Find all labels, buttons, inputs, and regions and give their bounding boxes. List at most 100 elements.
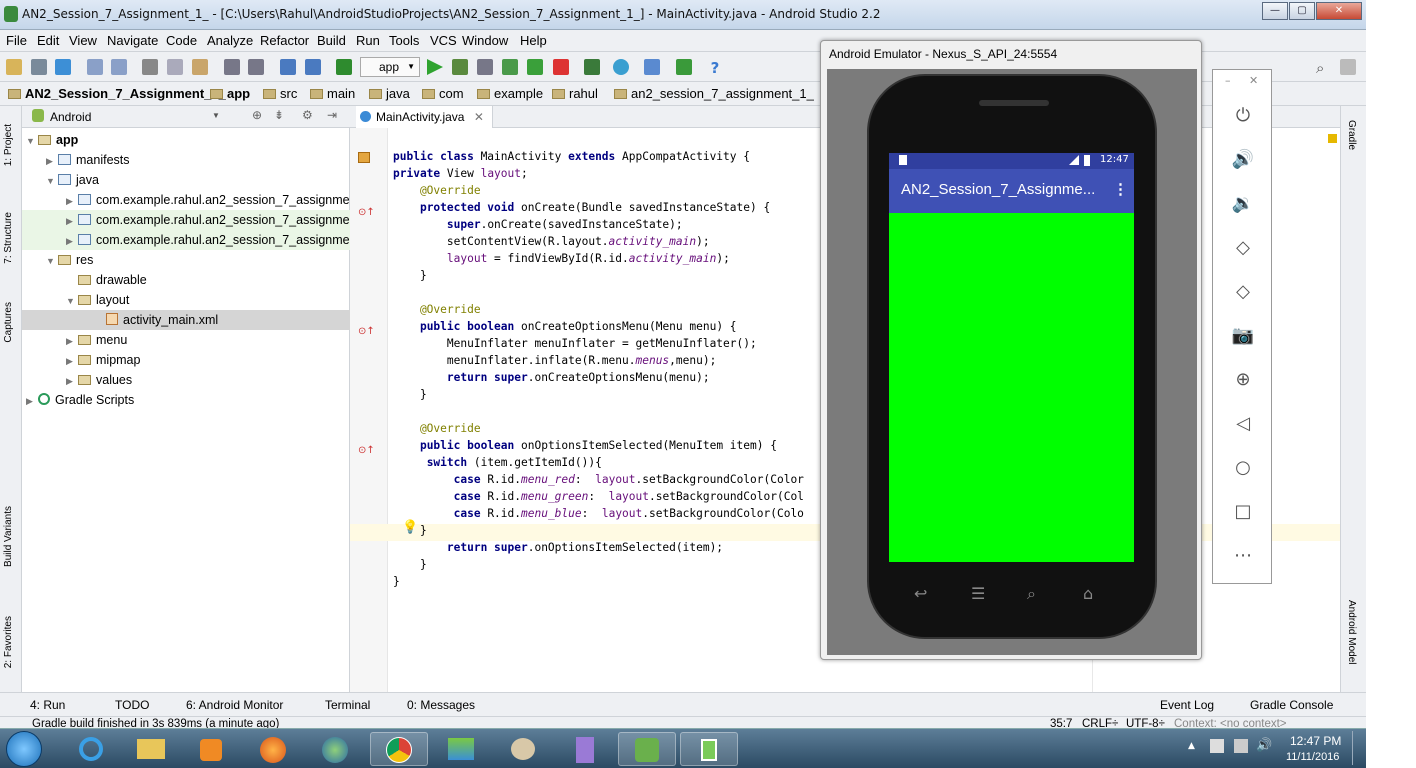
tab-android-model[interactable]: Android Model: [1346, 600, 1357, 664]
undo-icon[interactable]: [87, 59, 103, 75]
menu-view[interactable]: View: [69, 33, 97, 48]
rotate-left-icon[interactable]: ◇: [1231, 236, 1255, 260]
tree-item-package-androidtest[interactable]: ▶ com.example.rahul.an2_session_7_assignm…: [22, 210, 367, 231]
menu-key-icon[interactable]: ☰: [971, 584, 985, 603]
chevron-down-icon[interactable]: ▼: [212, 111, 220, 120]
sdk-manager-icon[interactable]: [613, 59, 629, 75]
tree-item-manifests[interactable]: ▶ manifests: [46, 150, 130, 170]
menu-build[interactable]: Build: [317, 33, 346, 48]
globe-icon[interactable]: [306, 732, 364, 766]
expand-arrow-icon[interactable]: ▶: [66, 371, 78, 391]
sync-icon[interactable]: [55, 59, 71, 75]
zoom-icon[interactable]: ⊕: [1231, 368, 1255, 392]
clock-time[interactable]: 12:47 PM: [1290, 734, 1341, 748]
tab-event-log[interactable]: Event Log: [1160, 698, 1214, 712]
run-config-select[interactable]: app ▼: [360, 57, 420, 77]
debug-icon[interactable]: [452, 59, 468, 75]
tree-item-res[interactable]: ▼ res: [46, 250, 93, 270]
tab-android-monitor[interactable]: 6: Android Monitor: [186, 698, 283, 712]
expand-arrow-icon[interactable]: ▶: [66, 331, 78, 351]
tab-mainactivity-java[interactable]: MainActivity.java ✕: [356, 106, 493, 128]
make-project-icon[interactable]: [336, 59, 352, 75]
breadcrumb-com[interactable]: com: [422, 86, 464, 101]
coverage-icon[interactable]: [477, 59, 493, 75]
expand-arrow-icon[interactable]: ▶: [66, 351, 78, 371]
tab-favorites[interactable]: 2: Favorites: [3, 616, 14, 668]
tab-todo[interactable]: TODO: [115, 698, 149, 712]
close-button[interactable]: ✕: [1316, 2, 1362, 20]
tree-item-java[interactable]: ▼ java: [46, 170, 99, 190]
bluestacks-icon[interactable]: [432, 732, 490, 766]
volume-down-icon[interactable]: 🔉: [1231, 192, 1255, 216]
volume-up-icon[interactable]: 🔊: [1231, 148, 1255, 172]
expand-arrow-icon[interactable]: ▼: [46, 251, 58, 271]
avd-manager-icon[interactable]: [584, 59, 600, 75]
show-desktop-button[interactable]: [1352, 731, 1364, 765]
tab-captures[interactable]: Captures: [3, 302, 14, 343]
volume-icon[interactable]: 🔊: [1256, 738, 1272, 753]
gear-icon[interactable]: ⚙: [302, 108, 313, 122]
overview-icon[interactable]: □: [1231, 500, 1255, 524]
expand-arrow-icon[interactable]: ▶: [66, 191, 78, 211]
menu-analyze[interactable]: Analyze: [207, 33, 253, 48]
android-device-monitor-icon[interactable]: [676, 59, 692, 75]
breadcrumb-package[interactable]: an2_session_7_assignment_1_: [614, 86, 814, 101]
paint-icon[interactable]: [494, 732, 552, 766]
expand-arrow-icon[interactable]: ▶: [66, 211, 78, 231]
minimize-button[interactable]: —: [1262, 2, 1288, 20]
tree-item-package-test[interactable]: ▶ com.example.rahul.an2_session_7_assignm…: [22, 230, 367, 251]
expand-arrow-icon[interactable]: ▼: [46, 171, 58, 191]
expand-arrow-icon[interactable]: ▶: [26, 391, 38, 411]
action-center-icon[interactable]: [1210, 739, 1224, 753]
breadcrumb-main[interactable]: main: [310, 86, 355, 101]
open-folder-icon[interactable]: [6, 59, 22, 75]
breadcrumb-app[interactable]: app: [210, 86, 250, 101]
tab-gradle[interactable]: Gradle: [1346, 120, 1357, 150]
menu-code[interactable]: Code: [166, 33, 197, 48]
ie-icon[interactable]: [62, 732, 120, 766]
start-button[interactable]: [6, 731, 42, 767]
help-icon[interactable]: ?: [707, 59, 723, 77]
code-text[interactable]: public class MainActivity extends AppCom…: [393, 148, 804, 590]
rotate-right-icon[interactable]: ◇: [1231, 280, 1255, 304]
expand-arrow-icon[interactable]: ▶: [46, 151, 58, 171]
menu-refactor[interactable]: Refactor: [260, 33, 309, 48]
hide-panel-icon[interactable]: ⇥: [327, 108, 337, 122]
expand-arrow-icon[interactable]: ▶: [66, 231, 78, 251]
home-icon[interactable]: ○: [1231, 456, 1255, 480]
maximize-button[interactable]: ▢: [1289, 2, 1315, 20]
close-emulator-icon[interactable]: ✕: [1249, 74, 1258, 87]
menu-help[interactable]: Help: [520, 33, 547, 48]
instant-run-icon[interactable]: [527, 59, 543, 75]
copy-icon[interactable]: [167, 59, 183, 75]
firefox-icon[interactable]: [244, 732, 302, 766]
back-key-icon[interactable]: ↩: [914, 584, 927, 603]
expand-arrow-icon[interactable]: ▼: [26, 131, 38, 151]
stop-icon[interactable]: [553, 59, 569, 75]
menu-window[interactable]: Window: [462, 33, 508, 48]
more-icon[interactable]: ⋯: [1231, 544, 1255, 568]
media-player-icon[interactable]: [182, 732, 240, 766]
phone-screen[interactable]: 12:47 AN2_Session_7_Assignme... ⋮: [889, 153, 1134, 562]
replace-icon[interactable]: [248, 59, 264, 75]
back-icon[interactable]: ◁: [1231, 412, 1255, 436]
menu-file[interactable]: File: [6, 33, 27, 48]
tree-item-menu[interactable]: ▶ menu: [66, 330, 127, 350]
find-icon[interactable]: [224, 59, 240, 75]
chrome-icon[interactable]: [370, 732, 428, 766]
home-key-icon[interactable]: ⌂: [1083, 584, 1093, 603]
search-key-icon[interactable]: ⌕: [1027, 584, 1036, 604]
tree-item-values[interactable]: ▶ values: [66, 370, 132, 390]
close-tab-icon[interactable]: ✕: [474, 110, 484, 124]
breadcrumb-example[interactable]: example: [477, 86, 543, 101]
project-view-select[interactable]: Android: [50, 110, 91, 124]
menu-edit[interactable]: Edit: [37, 33, 59, 48]
breadcrumb-java[interactable]: java: [369, 86, 410, 101]
forward-nav-icon[interactable]: [305, 59, 321, 75]
tab-build-variants[interactable]: Build Variants: [3, 506, 14, 567]
breadcrumb-src[interactable]: src: [263, 86, 297, 101]
collapse-all-icon[interactable]: ⇟: [274, 108, 284, 122]
menu-tools[interactable]: Tools: [389, 33, 419, 48]
camera-icon[interactable]: 📷: [1231, 324, 1255, 348]
explorer-icon[interactable]: [122, 732, 180, 766]
